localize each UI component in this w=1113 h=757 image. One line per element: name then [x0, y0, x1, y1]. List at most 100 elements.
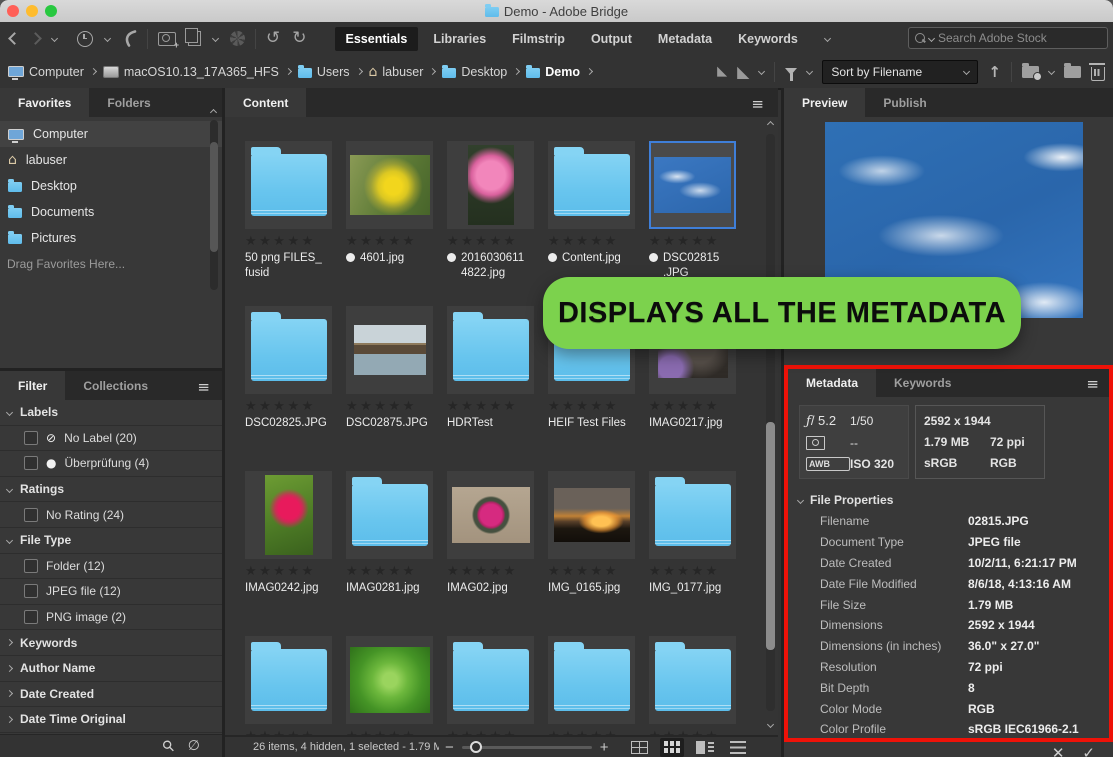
rating-stars[interactable]: ★★★★★	[346, 565, 433, 578]
content-scrollbar[interactable]	[766, 134, 775, 711]
thumbnail-cell[interactable]	[548, 636, 635, 724]
workspace-tab-keywords[interactable]: Keywords	[727, 27, 809, 51]
sidebar-item-labuser[interactable]: ⌂ labuser	[0, 147, 222, 173]
thumbnail-cell[interactable]	[346, 471, 433, 559]
workspace-tab-essentials[interactable]: Essentials	[334, 26, 419, 51]
keep-filter-pin-icon[interactable]: ⚲	[158, 736, 179, 757]
filter-section-ratings[interactable]: Ratings	[0, 477, 222, 503]
metadata-value[interactable]: 8/6/18, 4:13:16 AM	[968, 577, 1071, 591]
workspace-tab-metadata[interactable]: Metadata	[647, 27, 723, 51]
recent-dropdown-icon[interactable]	[103, 34, 112, 43]
minimize-window-button[interactable]	[26, 5, 38, 17]
filter-section-date-time-original[interactable]: Date Time Original	[0, 707, 222, 733]
thumbnail-cell[interactable]	[447, 141, 534, 229]
grid-item-image[interactable]: ★★★★★ 2016030611 4822.jpg	[447, 141, 534, 306]
rating-stars[interactable]: ★★★★★	[245, 565, 332, 578]
rotate-left-icon[interactable]: ↺	[266, 30, 280, 47]
tab-content[interactable]: Content	[225, 88, 307, 117]
recent-files-icon[interactable]	[77, 30, 93, 47]
grid-item-image[interactable]: ★★★★★ IMAG02.jpg	[447, 471, 534, 636]
rating-stars[interactable]: ★★★★★	[548, 400, 635, 413]
sidebar-item-documents[interactable]: Documents	[0, 199, 222, 225]
metadata-value[interactable]: 36.0" x 27.0"	[968, 639, 1039, 653]
rating-stars[interactable]: ★★★★★	[649, 235, 736, 248]
delete-item-button[interactable]	[1088, 62, 1105, 81]
close-window-button[interactable]	[7, 5, 19, 17]
tab-preview[interactable]: Preview	[784, 88, 866, 117]
thumbnail-cell[interactable]	[245, 306, 332, 394]
search-scope-icon[interactable]	[927, 34, 936, 42]
boomerang-icon[interactable]	[122, 30, 137, 47]
thumbnail-size-slider-thumb[interactable]	[469, 740, 482, 753]
rating-stars[interactable]: ★★★★★	[447, 565, 534, 578]
grid-item-folder[interactable]: ★★★★★	[245, 636, 332, 735]
batch-dropdown-icon[interactable]	[211, 34, 220, 43]
workspace-more-icon[interactable]	[823, 34, 831, 43]
filter-scrollbar[interactable]	[209, 108, 218, 290]
metadata-value[interactable]: JPEG file	[968, 535, 1021, 549]
breadcrumb-item-demo[interactable]: Demo	[526, 64, 580, 79]
thumbnail-larger-button[interactable]: +	[600, 740, 609, 755]
sidebar-item-desktop[interactable]: Desktop	[0, 173, 222, 199]
grid-item-image[interactable]: ★★★★★ 4601.jpg	[346, 141, 433, 306]
thumbnail-cell[interactable]	[346, 141, 433, 229]
thumbnail-quality-hq-icon[interactable]: ◣	[737, 63, 749, 80]
metadata-value[interactable]: 1.79 MB	[968, 598, 1013, 612]
camera-raw-icon[interactable]	[230, 31, 245, 46]
filter-item-überprüfung[interactable]: ● Überprüfung (4)	[0, 451, 222, 477]
breadcrumb-item-desktop[interactable]: Desktop	[442, 64, 507, 79]
tab-favorites[interactable]: Favorites	[0, 88, 90, 117]
rating-stars[interactable]: ★★★★★	[649, 400, 736, 413]
breadcrumb-item-macos10.13_17a365_hfs[interactable]: macOS10.13_17A365_HFS	[102, 65, 279, 79]
filter-menu-icon[interactable]: ≡	[197, 378, 210, 396]
recent-folder-icon[interactable]	[1022, 62, 1042, 81]
filter-dropdown-icon[interactable]	[806, 67, 814, 76]
filter-item-folder[interactable]: Folder (12)	[0, 554, 222, 580]
grid-item-folder[interactable]: ★★★★★	[447, 636, 534, 735]
filter-checkbox[interactable]	[24, 430, 38, 445]
nav-dropdown-icon[interactable]	[50, 34, 59, 43]
rating-stars[interactable]: ★★★★★	[447, 235, 534, 248]
tab-keywords[interactable]: Keywords	[876, 369, 969, 397]
list-view-button[interactable]	[726, 738, 750, 757]
thumbnail-cell[interactable]	[447, 306, 534, 394]
thumbnail-cell[interactable]	[548, 471, 635, 559]
rotate-right-icon[interactable]: ↻	[292, 30, 306, 47]
thumbnail-cell[interactable]	[346, 636, 433, 724]
grid-item-folder[interactable]: ★★★★★ DSC02825.JPG	[245, 306, 332, 471]
back-button[interactable]	[8, 32, 21, 45]
grid-item-image[interactable]: ★★★★★	[346, 636, 433, 735]
apply-metadata-icon[interactable]: ✓	[1082, 744, 1095, 757]
metadata-value[interactable]: 72 ppi	[968, 660, 1003, 674]
content-menu-icon[interactable]: ≡	[751, 95, 764, 113]
breadcrumb-item-users[interactable]: Users	[297, 64, 350, 79]
thumbnail-cell[interactable]	[447, 636, 534, 724]
breadcrumb-item-labuser[interactable]: ⌂ labuser	[369, 65, 424, 79]
file-properties-header[interactable]: File Properties	[796, 493, 893, 507]
thumbnail-cell[interactable]	[649, 636, 736, 724]
sort-dropdown[interactable]: Sort by Filename	[822, 59, 979, 84]
grid-item-image[interactable]: ★★★★★ IMG_0165.jpg	[548, 471, 635, 636]
grid-lock-view-button[interactable]	[627, 738, 652, 757]
clear-filter-icon[interactable]: ∅	[188, 738, 200, 754]
filter-items-icon[interactable]	[785, 68, 798, 81]
batch-copy-icon[interactable]	[185, 28, 201, 46]
metadata-menu-icon[interactable]: ≡	[1086, 375, 1099, 393]
metadata-value[interactable]: RGB	[968, 702, 995, 716]
filter-checkbox[interactable]	[24, 507, 38, 522]
tab-filter[interactable]: Filter	[0, 371, 66, 400]
filter-section-labels[interactable]: Labels	[0, 400, 222, 426]
grid-item-image[interactable]: ★★★★★ DSC02875.JPG	[346, 306, 433, 471]
thumbnail-cell[interactable]	[649, 471, 736, 559]
rating-stars[interactable]: ★★★★★	[346, 235, 433, 248]
tab-publish[interactable]: Publish	[865, 88, 944, 117]
filter-checkbox[interactable]	[24, 584, 38, 599]
metadata-value[interactable]: sRGB IEC61966-2.1	[968, 722, 1079, 736]
filter-item-no-rating[interactable]: No Rating (24)	[0, 502, 222, 528]
thumbnail-cell[interactable]	[548, 141, 635, 229]
tab-collections[interactable]: Collections	[65, 371, 166, 400]
filter-section-date-created[interactable]: Date Created	[0, 682, 222, 708]
new-folder-button[interactable]	[1064, 62, 1081, 78]
quality-dropdown-icon[interactable]	[758, 67, 766, 76]
grid-item-folder[interactable]: ★★★★★ IMG_0177.jpg	[649, 471, 736, 636]
